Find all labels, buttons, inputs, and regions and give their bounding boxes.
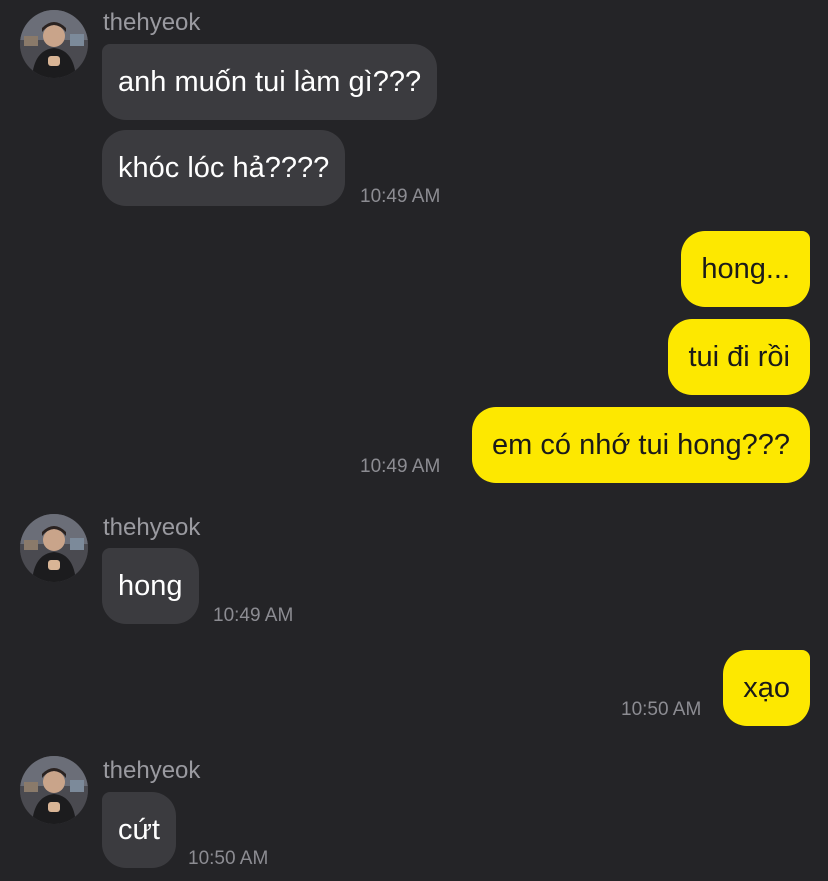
- incoming-message-bubble[interactable]: anh muốn tui làm gì???: [102, 44, 438, 120]
- outgoing-message-bubble[interactable]: hong...: [681, 231, 810, 307]
- avatar[interactable]: [20, 756, 88, 824]
- avatar-photo-icon: [20, 10, 88, 78]
- avatar[interactable]: [20, 514, 88, 582]
- message-timestamp: 10:49 AM: [360, 456, 441, 477]
- outgoing-message-bubble[interactable]: em có nhớ tui hong???: [472, 407, 810, 483]
- sender-name: thehyeok: [103, 757, 201, 784]
- avatar-photo-icon: [20, 756, 88, 824]
- avatar[interactable]: [20, 10, 88, 78]
- message-timestamp: 10:49 AM: [213, 605, 294, 626]
- outgoing-message-bubble[interactable]: tui đi rồi: [668, 319, 810, 395]
- message-timestamp: 10:50 AM: [188, 848, 269, 869]
- chat-thread[interactable]: thehyeok anh muốn tui làm gì??? khóc lóc…: [0, 0, 828, 881]
- incoming-message-bubble[interactable]: khóc lóc hả????: [102, 130, 346, 206]
- incoming-message-bubble[interactable]: cứt: [102, 792, 176, 868]
- avatar-photo-icon: [20, 514, 88, 582]
- message-timestamp: 10:49 AM: [360, 186, 441, 207]
- message-timestamp: 10:50 AM: [621, 699, 702, 720]
- sender-name: thehyeok: [103, 514, 201, 541]
- sender-name: thehyeok: [103, 9, 201, 36]
- outgoing-message-bubble[interactable]: xạo: [723, 650, 810, 726]
- incoming-message-bubble[interactable]: hong: [102, 548, 199, 624]
